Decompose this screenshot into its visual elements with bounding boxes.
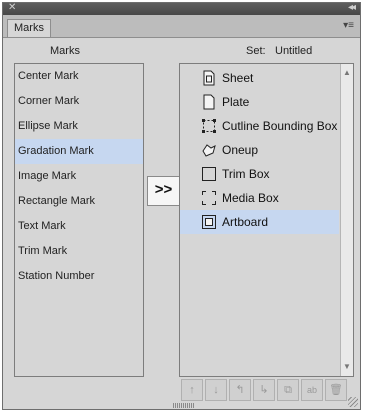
tree-item-label: Media Box: [222, 191, 279, 205]
tree-item[interactable]: Sheet: [180, 66, 339, 90]
list-item-label: Center Mark: [18, 70, 79, 82]
set-value: Untitled: [275, 45, 313, 57]
marks-list[interactable]: Center Mark Corner Mark Ellipse Mark Gra…: [14, 63, 144, 377]
list-item-label: Gradation Mark: [18, 145, 94, 157]
tree-item[interactable]: Plate: [180, 90, 339, 114]
plate-icon: [203, 94, 215, 110]
tab-strip: Marks ▾≡: [3, 15, 360, 38]
move-out-icon[interactable]: ↰: [229, 379, 251, 401]
list-item[interactable]: Station Number: [15, 264, 143, 289]
tree-item-label: Trim Box: [222, 167, 270, 181]
list-item[interactable]: Image Mark: [15, 164, 143, 189]
list-item-selected[interactable]: Gradation Mark: [15, 139, 143, 164]
list-item-label: Image Mark: [18, 170, 77, 182]
panel-menu-icon[interactable]: ▾≡: [338, 20, 354, 32]
find-replace-icon[interactable]: ab: [301, 379, 323, 401]
list-item-label: Corner Mark: [18, 95, 80, 107]
marks-set-tree[interactable]: Sheet Plate Cutline Bounding Box Oneup T…: [179, 63, 354, 377]
list-item[interactable]: Text Mark: [15, 214, 143, 239]
tree-item[interactable]: Media Box: [180, 186, 339, 210]
media-box-icon: [202, 191, 216, 205]
delete-icon[interactable]: 🗑: [325, 379, 347, 401]
collapse-icon[interactable]: ◂◂: [348, 2, 356, 14]
tree-item-label: Cutline Bounding Box: [222, 119, 338, 133]
oneup-icon: [202, 144, 216, 157]
list-item[interactable]: Rectangle Mark: [15, 189, 143, 214]
resize-corner-icon[interactable]: [348, 397, 358, 407]
set-label: Set:: [246, 45, 266, 57]
list-item-label: Ellipse Mark: [18, 120, 78, 132]
list-item[interactable]: Center Mark: [15, 64, 143, 89]
tree-toolbar: ↑ ↓ ↰ ↳ ⧉ ab 🗑: [179, 379, 354, 401]
list-item[interactable]: Trim Mark: [15, 239, 143, 264]
tree-item[interactable]: Trim Box: [180, 162, 339, 186]
trim-box-icon: [202, 167, 216, 181]
resize-grip-icon[interactable]: [173, 403, 195, 408]
move-down-icon[interactable]: ↓: [205, 379, 227, 401]
cutline-bounding-box-icon: [202, 119, 216, 133]
list-item[interactable]: Ellipse Mark: [15, 114, 143, 139]
marks-panel: ✕ ◂◂ Marks ▾≡ Marks Set: Untitled Center…: [2, 2, 361, 410]
scroll-down-icon[interactable]: ▼: [341, 360, 353, 374]
list-item[interactable]: Corner Mark: [15, 89, 143, 114]
tab-marks[interactable]: Marks: [7, 19, 51, 37]
marks-header: Marks: [50, 45, 80, 57]
duplicate-icon[interactable]: ⧉: [277, 379, 299, 401]
tree-item[interactable]: Cutline Bounding Box: [180, 114, 339, 138]
list-item-label: Trim Mark: [18, 245, 68, 257]
vertical-scrollbar[interactable]: ▲ ▼: [340, 64, 353, 376]
tree-item-selected[interactable]: Artboard: [180, 210, 339, 234]
add-mark-button[interactable]: >>: [147, 176, 180, 206]
move-in-icon[interactable]: ↳: [253, 379, 275, 401]
list-item-label: Rectangle Mark: [18, 195, 96, 207]
tree-item-label: Sheet: [222, 71, 254, 85]
tree-item-label: Artboard: [222, 215, 269, 229]
tree-item[interactable]: Oneup: [180, 138, 339, 162]
close-icon[interactable]: ✕: [8, 2, 16, 14]
list-item-label: Text Mark: [18, 220, 66, 232]
list-item-label: Station Number: [18, 270, 95, 282]
tree-item-label: Oneup: [222, 143, 259, 157]
sheet-icon: [203, 70, 215, 86]
tree-item-label: Plate: [222, 95, 250, 109]
move-up-icon[interactable]: ↑: [181, 379, 203, 401]
panel-titlebar: ✕ ◂◂: [3, 2, 360, 15]
scroll-up-icon[interactable]: ▲: [341, 66, 353, 80]
artboard-icon: [202, 215, 216, 229]
